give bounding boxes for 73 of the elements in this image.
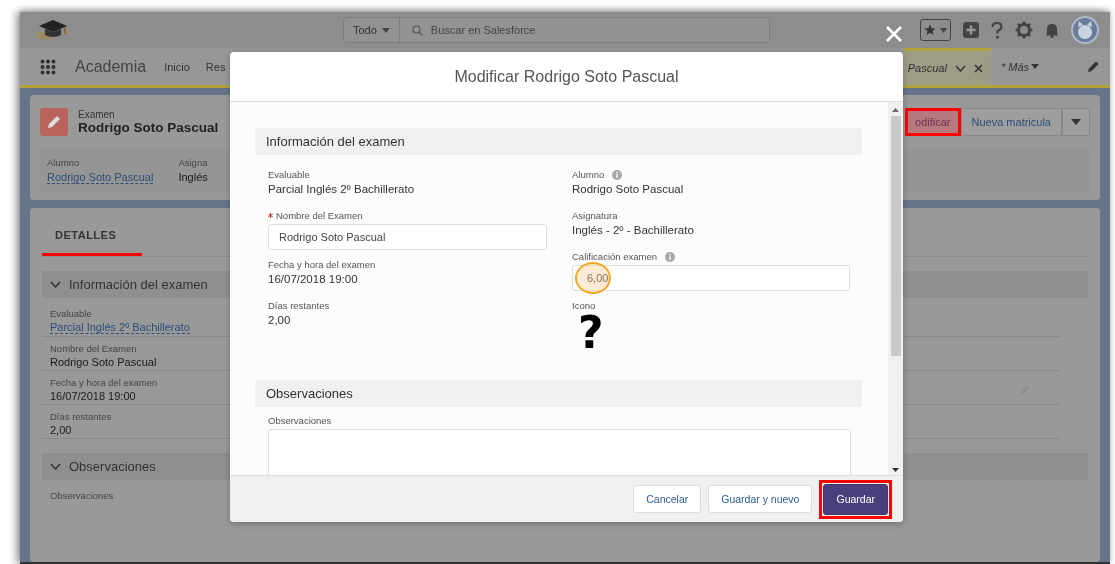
field-link[interactable]: Rodrigo Soto Pascual	[47, 171, 154, 184]
field-label: Nombre del Examen	[276, 210, 363, 221]
scroll-up-icon[interactable]	[892, 108, 899, 112]
action-button[interactable]: Nueva matricula	[960, 108, 1062, 136]
field-link[interactable]: Parcial Inglés 2º Bachillerato	[50, 321, 190, 334]
record-type: Examen	[78, 109, 116, 120]
close-button[interactable]	[886, 26, 902, 42]
pencil-icon	[40, 108, 68, 136]
chevron-down-icon[interactable]	[954, 64, 966, 72]
app-name: Academia	[75, 57, 147, 76]
action-button[interactable]: odificar	[905, 108, 961, 136]
dialog-title: Modificar Rodrigo Soto Pascual	[454, 67, 679, 86]
more-menu[interactable]: * Más	[1000, 60, 1039, 73]
more-actions-button[interactable]	[1062, 108, 1090, 136]
scrollbar[interactable]	[888, 102, 903, 475]
field-label: Observaciones	[268, 415, 332, 426]
input-field[interactable]: 6,00	[572, 265, 850, 291]
field-label: Asigna	[178, 157, 208, 168]
search-input[interactable]: Buscar en Salesforce	[430, 19, 769, 41]
nav-tab[interactable]: Inicio	[164, 60, 190, 73]
field-label: Evaluable	[50, 308, 93, 319]
field-label: Observaciones	[50, 490, 114, 501]
field-value: Inglés	[178, 171, 208, 183]
favorites-button[interactable]	[920, 19, 951, 41]
field-value: Rodrigo Soto Pascual	[50, 356, 157, 368]
field-value: 2,00	[50, 424, 73, 436]
dialog-button[interactable]: Cancelar	[633, 485, 702, 513]
caret-icon	[1071, 119, 1081, 125]
field-label: Nombre del Examen	[50, 343, 138, 354]
field-value: Parcial Inglés 2º Bachillerato	[268, 183, 416, 195]
search-icon	[411, 24, 423, 36]
caret-icon	[1031, 64, 1039, 69]
dialog-button[interactable]: Guardar y nuevo	[708, 485, 813, 513]
nav-tab[interactable]: Res	[205, 60, 226, 73]
field-value: Rodrigo Soto Pascual	[572, 183, 685, 195]
field-label: Calificación examen	[572, 251, 657, 262]
dialog-button[interactable]: Guardar	[823, 483, 888, 515]
field-label: Días restantes	[50, 411, 112, 422]
input-field[interactable]: Rodrigo Soto Pascual	[268, 224, 547, 250]
close-icon[interactable]	[973, 63, 983, 73]
help-icon[interactable]	[991, 21, 1003, 39]
field-label: Fecha y hora del examen	[268, 259, 376, 270]
field-label: Días restantes	[268, 300, 330, 311]
field-value: 16/07/2018 19:00	[268, 273, 359, 285]
close-icon	[886, 26, 902, 42]
caret-icon	[940, 27, 947, 33]
question-mark-symbol: ?	[578, 309, 605, 357]
chevron-down-icon	[50, 281, 61, 288]
field-label: Alumno	[47, 157, 81, 168]
field-value: Inglés - 2º - Bachillerato	[572, 224, 695, 236]
field-label: Fecha y hora del examen	[50, 377, 158, 388]
open-record-tab[interactable]: Pascual	[903, 48, 991, 85]
bell-icon[interactable]	[1045, 22, 1059, 38]
add-icon[interactable]	[963, 22, 979, 38]
chevron-down-icon	[50, 463, 61, 470]
field-label: Icono	[572, 300, 596, 311]
details-tab[interactable]: DETALLES	[42, 229, 142, 256]
field-label: Asignatura	[572, 210, 618, 221]
caret-icon	[381, 27, 390, 33]
section-header: Información del examen	[255, 128, 862, 155]
field-label: Evaluable	[268, 169, 310, 180]
scroll-down-icon[interactable]	[892, 468, 899, 472]
app-launcher-icon[interactable]	[40, 58, 56, 75]
pencil-icon[interactable]	[1087, 60, 1100, 73]
field-value: 2,00	[268, 314, 292, 326]
field-label: Alumno	[572, 169, 605, 180]
star-icon	[924, 24, 936, 36]
search-scope-dropdown[interactable]: Todo	[344, 18, 400, 42]
avatar-icon[interactable]	[1071, 16, 1099, 44]
section-header: Observaciones	[255, 380, 862, 407]
field-value: 16/07/2018 19:00	[50, 390, 137, 402]
record-title: Rodrigo Soto Pascual	[78, 120, 219, 135]
settings-icon[interactable]	[1015, 21, 1033, 39]
